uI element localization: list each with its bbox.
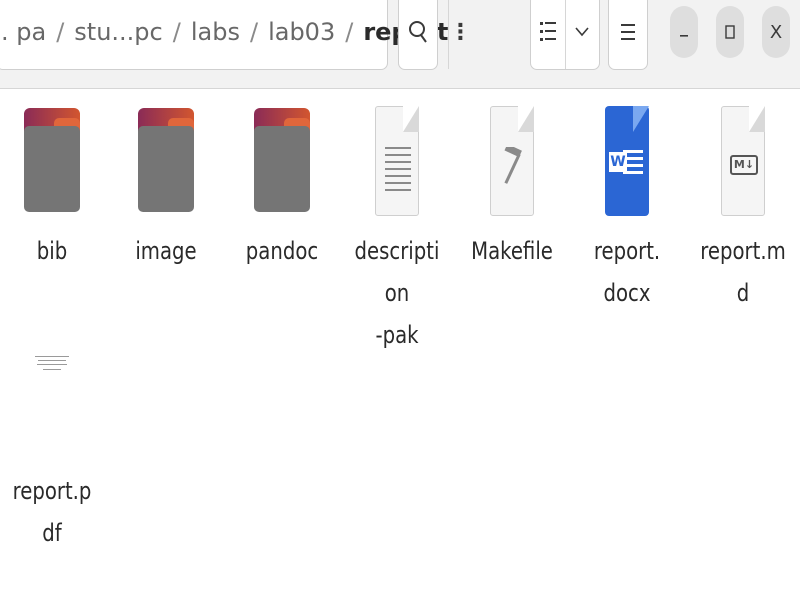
path-menu-button[interactable]: ⋮ [448, 0, 471, 69]
breadcrumb-separator: / [249, 18, 259, 46]
word-document-icon: W [605, 106, 649, 216]
list-view-button[interactable] [531, 0, 565, 69]
file-item-description-pak[interactable]: description -pak [347, 88, 447, 349]
file-item-report-md[interactable]: M↓ report.md [693, 88, 793, 307]
file-item-image[interactable]: image [116, 88, 216, 298]
breadcrumb-item-stupc[interactable]: stu...pc [74, 18, 162, 46]
search-button[interactable] [398, 0, 438, 70]
file-name: Makefile [471, 237, 553, 265]
folder-icon [254, 106, 310, 212]
breadcrumb-separator: / [345, 18, 354, 46]
markdown-badge: M↓ [730, 155, 758, 175]
text-file-icon [375, 106, 419, 216]
folder-icon [24, 106, 80, 212]
minimize-icon [680, 35, 688, 37]
breadcrumb-item-labs[interactable]: labs [191, 18, 240, 46]
folder-icon [138, 106, 194, 212]
file-name: image [135, 237, 197, 265]
maximize-button[interactable] [716, 6, 744, 58]
pdf-thumbnail-icon [34, 356, 70, 390]
word-badge: W [609, 152, 627, 172]
file-item-bib[interactable]: bib [2, 88, 102, 298]
view-toggle-group [530, 0, 600, 70]
file-item-makefile[interactable]: Makefile [462, 88, 562, 298]
breadcrumb-item-lab03[interactable]: lab03 [268, 18, 335, 46]
vertical-dots-icon: ⋮ [449, 19, 472, 45]
file-name: report.md [700, 237, 786, 307]
file-name: report.pdf [12, 477, 92, 547]
file-grid: bib image pandoc description -pak Makefi… [0, 88, 800, 600]
minimize-button[interactable] [670, 6, 698, 58]
breadcrumb-separator: / [172, 18, 181, 46]
close-button[interactable]: X [762, 6, 790, 58]
breadcrumb-item-pa[interactable]: . pa [1, 18, 46, 46]
view-options-dropdown[interactable] [564, 0, 600, 69]
file-name: pandoc [245, 237, 319, 265]
header-bar: . pa / stu...pc / labs / lab03 / report … [0, 0, 800, 89]
file-name: description -pak [354, 237, 440, 349]
file-name: bib [36, 237, 68, 265]
chevron-down-icon [575, 27, 589, 37]
file-item-report-docx[interactable]: W report. docx [577, 88, 677, 308]
markdown-file-icon: M↓ [721, 106, 765, 216]
breadcrumb: . pa / stu...pc / labs / lab03 / report [0, 0, 448, 69]
breadcrumb-separator: / [56, 18, 65, 46]
list-view-icon [539, 22, 556, 41]
path-bar: . pa / stu...pc / labs / lab03 / report … [0, 0, 471, 70]
close-icon: X [769, 21, 783, 43]
main-menu-button[interactable] [608, 0, 648, 70]
hamburger-menu-icon [621, 24, 635, 40]
file-item-report-pdf[interactable]: report.pdf [2, 328, 102, 547]
makefile-icon [490, 106, 534, 216]
file-name: report. docx [593, 237, 661, 307]
file-item-pandoc[interactable]: pandoc [232, 88, 332, 298]
search-icon [409, 21, 427, 43]
maximize-icon [725, 25, 735, 39]
